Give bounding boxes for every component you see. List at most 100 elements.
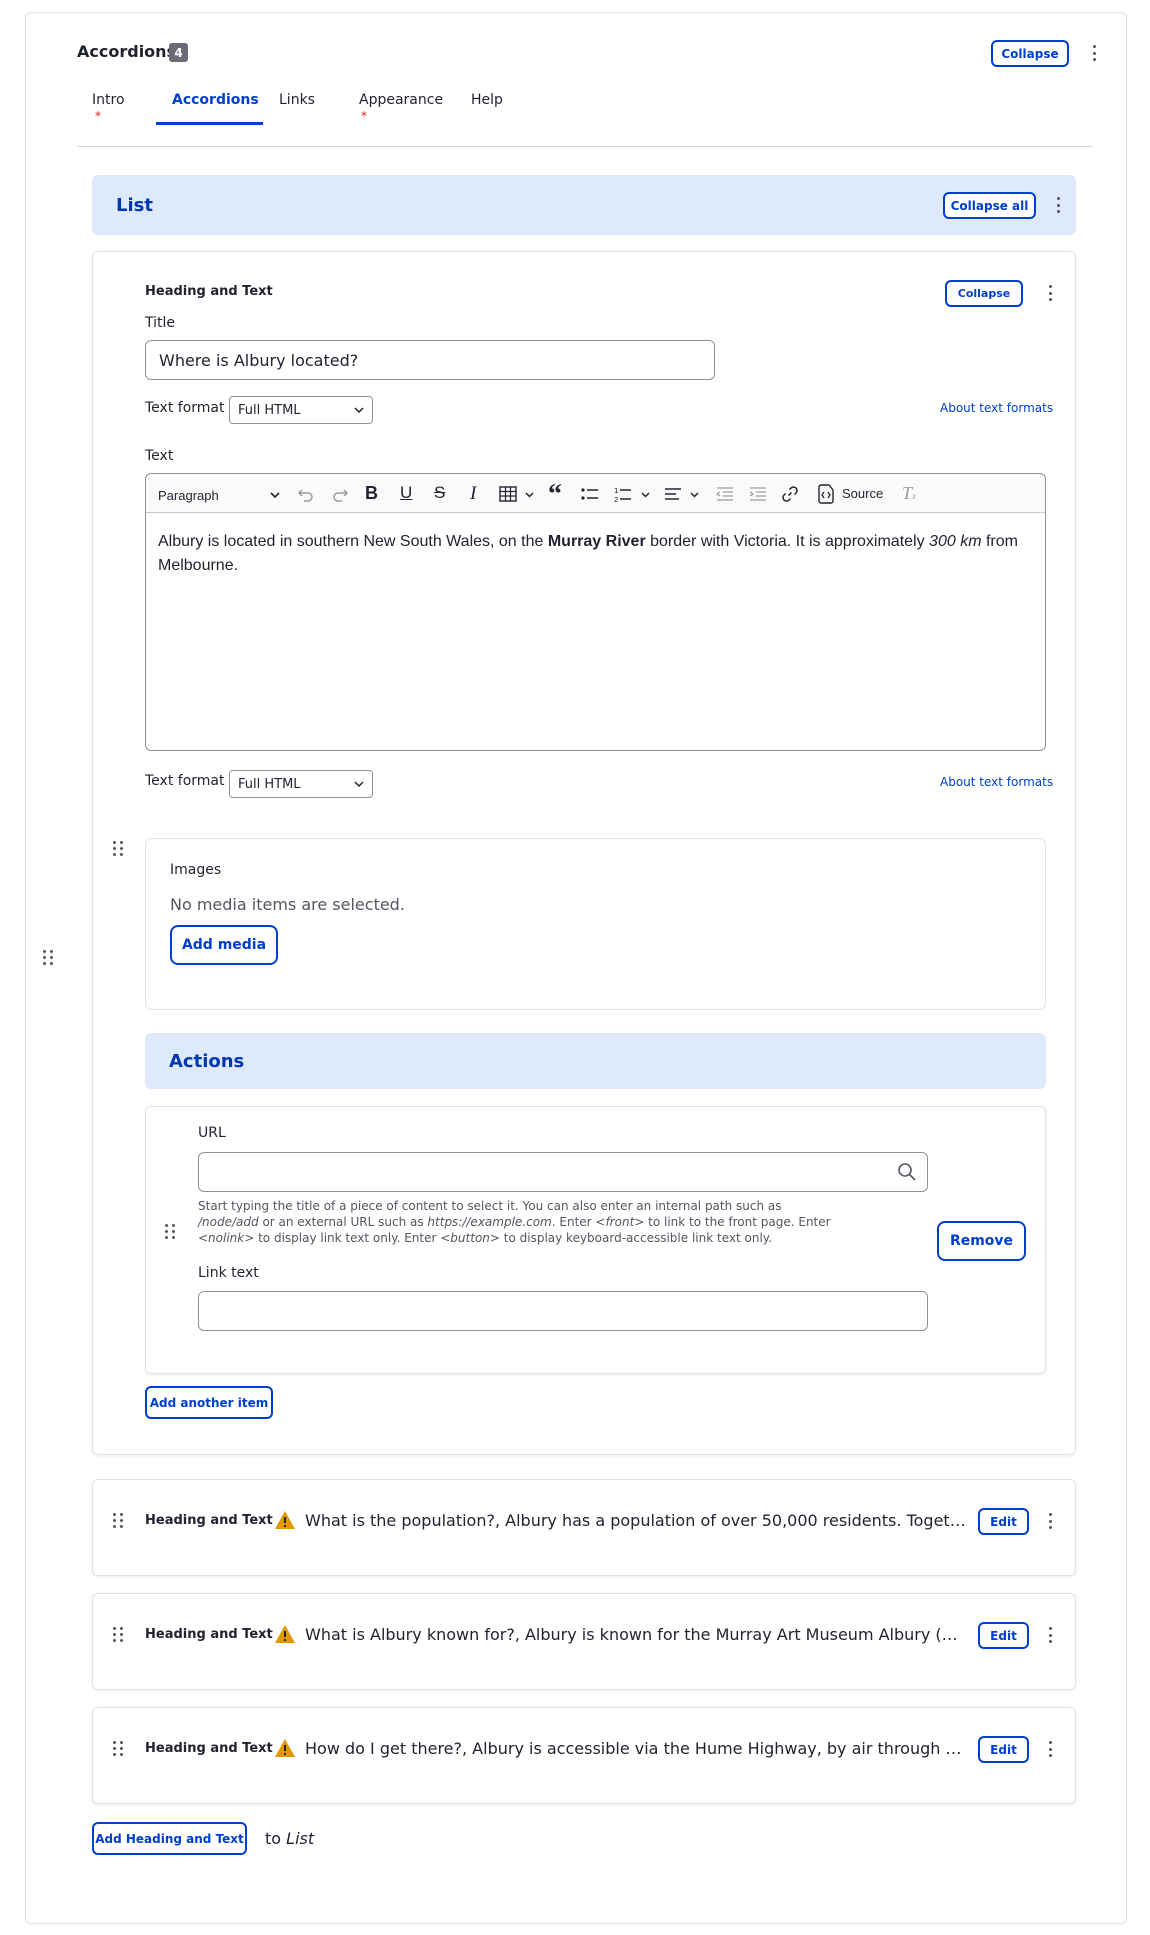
- item-more-icon[interactable]: [1045, 1511, 1055, 1531]
- drag-handle-icon[interactable]: [113, 1627, 123, 1643]
- item-collapse-button[interactable]: Collapse: [945, 280, 1023, 307]
- body-bold-text: Murray River: [547, 533, 646, 550]
- active-tab-indicator: [156, 122, 263, 125]
- body-text: Albury is located in southern New South …: [158, 533, 548, 550]
- drag-handle-icon[interactable]: [113, 1513, 123, 1529]
- undo-icon[interactable]: [297, 486, 315, 502]
- item-type-label: Heading and Text: [145, 1741, 273, 1756]
- tab-accordions[interactable]: Accordions: [172, 92, 259, 108]
- item-type-label: Heading and Text: [145, 284, 273, 299]
- source-icon[interactable]: [817, 484, 836, 504]
- url-input[interactable]: [198, 1152, 928, 1192]
- title-label: Title: [145, 315, 176, 331]
- blockquote-icon[interactable]: “: [548, 479, 562, 511]
- chevron-down-icon: [270, 492, 280, 498]
- collapse-button[interactable]: Collapse: [991, 40, 1069, 67]
- list-banner: List: [92, 175, 1076, 235]
- add-to-label: to List: [265, 1829, 314, 1848]
- desc-text: https://example.com: [427, 1215, 552, 1229]
- numbered-list-icon[interactable]: 12: [614, 486, 632, 503]
- tab-links[interactable]: Links: [279, 92, 315, 108]
- url-description: Start typing the title of a piece of con…: [198, 1198, 918, 1246]
- link-icon[interactable]: [781, 485, 799, 503]
- rich-text-editor: [145, 473, 1046, 751]
- indent-icon[interactable]: [749, 487, 767, 502]
- desc-text: or an external URL such as: [258, 1215, 428, 1229]
- drag-handle-icon[interactable]: [113, 1741, 123, 1757]
- body-text: from: [981, 533, 1018, 550]
- warning-icon: [275, 1625, 295, 1643]
- chevron-down-icon[interactable]: [525, 492, 534, 498]
- item-more-icon[interactable]: [1045, 1739, 1055, 1759]
- section-title: Accordions: [77, 42, 177, 61]
- collapse-all-button[interactable]: Collapse all: [943, 192, 1036, 219]
- images-panel: [145, 838, 1046, 1010]
- desc-text: to display keyboard-accessible link text…: [499, 1231, 772, 1245]
- outdent-icon[interactable]: [716, 487, 734, 502]
- align-icon[interactable]: [664, 487, 682, 502]
- source-button-label[interactable]: Source: [842, 486, 883, 501]
- tab-appearance[interactable]: Appearance: [359, 92, 443, 108]
- title-input[interactable]: Where is Albury located?: [145, 340, 715, 380]
- chevron-down-icon: [354, 407, 364, 413]
- item-type-label: Heading and Text: [145, 1513, 273, 1528]
- remove-button[interactable]: Remove: [937, 1221, 1026, 1261]
- tab-intro[interactable]: Intro: [92, 92, 125, 108]
- bold-icon[interactable]: B: [365, 483, 378, 504]
- desc-text: <nolink>: [198, 1231, 255, 1245]
- edit-button[interactable]: Edit: [978, 1736, 1029, 1763]
- body-text: Melbourne.: [158, 557, 239, 574]
- strikethrough-icon[interactable]: S: [434, 483, 445, 503]
- add-another-item-button[interactable]: Add another item: [145, 1386, 273, 1419]
- body-text: border with Victoria. It is approximatel…: [645, 533, 930, 550]
- search-icon: [898, 1163, 916, 1181]
- link-text-input[interactable]: [198, 1291, 928, 1331]
- add-heading-and-text-button[interactable]: Add Heading and Text: [92, 1822, 247, 1855]
- drag-handle-icon[interactable]: [165, 1224, 175, 1240]
- text-format-label: Text format: [145, 773, 225, 789]
- editor-content[interactable]: Albury is located in southern New South …: [158, 530, 1038, 578]
- redo-icon[interactable]: [331, 486, 349, 502]
- item-more-icon[interactable]: [1045, 1625, 1055, 1645]
- add-to-target: List: [286, 1829, 315, 1848]
- paragraph-dropdown-label: Paragraph: [158, 487, 219, 503]
- item-more-icon[interactable]: [1045, 283, 1055, 303]
- no-media-text: No media items are selected.: [170, 895, 405, 914]
- warning-icon: [275, 1511, 295, 1529]
- add-media-button[interactable]: Add media: [170, 925, 278, 965]
- bulleted-list-icon[interactable]: [581, 487, 599, 502]
- remove-format-icon[interactable]: Tx: [902, 483, 916, 504]
- underline-icon[interactable]: U: [400, 483, 412, 503]
- desc-text: to display link text only. Enter: [254, 1231, 441, 1245]
- drag-handle-icon[interactable]: [43, 950, 53, 966]
- more-actions-icon[interactable]: [1089, 43, 1099, 63]
- desc-text: to link to the front page. Enter: [644, 1215, 831, 1229]
- item-type-label: Heading and Text: [145, 1627, 273, 1642]
- count-badge: 4: [169, 43, 188, 62]
- drag-handle-icon[interactable]: [113, 841, 123, 857]
- add-to-text: to: [265, 1829, 282, 1848]
- desc-text: <button>: [440, 1231, 500, 1245]
- link-text-label: Link text: [198, 1265, 259, 1281]
- chevron-down-icon[interactable]: [690, 492, 699, 498]
- text-format-select[interactable]: Full HTML: [229, 770, 373, 798]
- paragraph-dropdown[interactable]: Paragraph: [158, 486, 280, 504]
- svg-text:2: 2: [614, 496, 618, 503]
- chevron-down-icon[interactable]: [641, 492, 650, 498]
- table-icon[interactable]: [499, 486, 517, 502]
- text-format-select[interactable]: Full HTML: [229, 396, 373, 424]
- list-more-icon[interactable]: [1053, 195, 1063, 215]
- edit-button[interactable]: Edit: [978, 1508, 1029, 1535]
- list-title: List: [116, 194, 153, 216]
- tab-help[interactable]: Help: [471, 92, 503, 108]
- about-text-formats-link[interactable]: About text formats: [940, 775, 1053, 789]
- required-marker: *: [95, 109, 101, 123]
- text-format-value: Full HTML: [238, 776, 301, 792]
- edit-button[interactable]: Edit: [978, 1622, 1029, 1649]
- about-text-formats-link[interactable]: About text formats: [940, 401, 1053, 415]
- italic-icon[interactable]: I: [470, 483, 476, 505]
- desc-text: Start typing the title of a piece of con…: [198, 1199, 782, 1213]
- item-summary: How do I get there?, Albury is accessibl…: [305, 1739, 970, 1758]
- url-label: URL: [198, 1125, 226, 1141]
- desc-text: <front>: [595, 1215, 645, 1229]
